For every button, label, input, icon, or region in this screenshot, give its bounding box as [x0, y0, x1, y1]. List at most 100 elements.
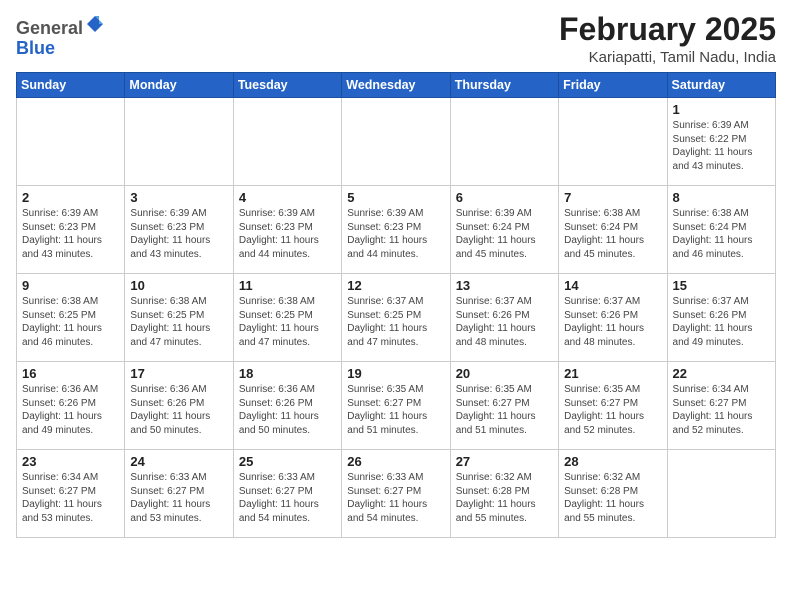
day-number: 12 — [347, 278, 444, 293]
calendar-cell: 5Sunrise: 6:39 AM Sunset: 6:23 PM Daylig… — [342, 186, 450, 274]
day-number: 28 — [564, 454, 661, 469]
week-row-0: 1 Sunrise: 6:39 AM Sunset: 6:22 PM Daylig… — [17, 98, 776, 186]
day-info: Sunrise: 6:37 AM Sunset: 6:26 PM Dayligh… — [456, 295, 553, 349]
calendar-cell: 16 Sunrise: 6:36 AM Sunset: 6:26 PM Dayli… — [17, 362, 125, 450]
calendar-cell: 7 Sunrise: 6:38 AM Sunset: 6:24 PM Daylig… — [559, 186, 667, 274]
calendar-cell: 20 Sunrise: 6:35 AM Sunset: 6:27 PM Dayli… — [450, 362, 558, 450]
day-info: Sunrise: 6:33 AM Sunset: 6:27 PM Dayligh… — [239, 471, 336, 525]
day-number: 25 — [239, 454, 336, 469]
week-row-1: 2 Sunrise: 6:39 AM Sunset: 6:23 PM Daylig… — [17, 186, 776, 274]
day-info: Sunrise: 6:37 AM Sunset: 6:26 PM Dayligh… — [673, 295, 770, 349]
day-info: Sunrise: 6:33 AM Sunset: 6:27 PM Dayligh… — [130, 471, 227, 525]
day-info: Sunrise: 6:38 AM Sunset: 6:24 PM Dayligh… — [564, 207, 661, 261]
day-info: Sunrise: 6:39 AM Sunset: 6:24 PM Dayligh… — [456, 207, 553, 261]
calendar-cell: 3Sunrise: 6:39 AM Sunset: 6:23 PM Daylig… — [125, 186, 233, 274]
day-header-wednesday: Wednesday — [342, 73, 450, 98]
day-info: Sunrise: 6:39 AM Sunset: 6:22 PM Dayligh… — [673, 119, 770, 173]
calendar-cell: 1 Sunrise: 6:39 AM Sunset: 6:22 PM Daylig… — [667, 98, 775, 186]
day-number: 3 — [130, 190, 227, 205]
day-info: Sunrise: 6:38 AM Sunset: 6:25 PM Dayligh… — [22, 295, 119, 349]
day-number: 1 — [673, 102, 770, 117]
day-number: 17 — [130, 366, 227, 381]
header: General Blue February 2025 Kariapatti, T… — [16, 12, 776, 66]
calendar-cell: 22 Sunrise: 6:34 AM Sunset: 6:27 PM Dayli… — [667, 362, 775, 450]
day-info: Sunrise: 6:32 AM Sunset: 6:28 PM Dayligh… — [456, 471, 553, 525]
calendar-cell — [559, 98, 667, 186]
day-number: 27 — [456, 454, 553, 469]
day-number: 20 — [456, 366, 553, 381]
title-area: February 2025 Kariapatti, Tamil Nadu, In… — [559, 12, 776, 66]
day-info: Sunrise: 6:35 AM Sunset: 6:27 PM Dayligh… — [564, 383, 661, 437]
logo-text: General — [16, 16, 105, 39]
day-header-sunday: Sunday — [17, 73, 125, 98]
calendar-cell — [17, 98, 125, 186]
logo-icon — [85, 14, 105, 34]
day-info: Sunrise: 6:34 AM Sunset: 6:27 PM Dayligh… — [22, 471, 119, 525]
day-info: Sunrise: 6:32 AM Sunset: 6:28 PM Dayligh… — [564, 471, 661, 525]
month-title: February 2025 — [559, 12, 776, 47]
day-header-saturday: Saturday — [667, 73, 775, 98]
calendar-cell: 26 Sunrise: 6:33 AM Sunset: 6:27 PM Dayli… — [342, 450, 450, 538]
day-info: Sunrise: 6:38 AM Sunset: 6:25 PM Dayligh… — [239, 295, 336, 349]
day-number: 14 — [564, 278, 661, 293]
day-info: Sunrise: 6:36 AM Sunset: 6:26 PM Dayligh… — [239, 383, 336, 437]
calendar-cell: 24 Sunrise: 6:33 AM Sunset: 6:27 PM Dayli… — [125, 450, 233, 538]
calendar-cell: 25 Sunrise: 6:33 AM Sunset: 6:27 PM Dayli… — [233, 450, 341, 538]
calendar-cell: 2 Sunrise: 6:39 AM Sunset: 6:23 PM Daylig… — [17, 186, 125, 274]
calendar-cell: 8 Sunrise: 6:38 AM Sunset: 6:24 PM Daylig… — [667, 186, 775, 274]
calendar-cell — [450, 98, 558, 186]
day-number: 8 — [673, 190, 770, 205]
day-info: Sunrise: 6:39 AM Sunset: 6:23 PM Dayligh… — [239, 207, 336, 261]
day-info: Sunrise: 6:37 AM Sunset: 6:26 PM Dayligh… — [564, 295, 661, 349]
header-row: SundayMondayTuesdayWednesdayThursdayFrid… — [17, 73, 776, 98]
calendar-cell — [233, 98, 341, 186]
day-info: Sunrise: 6:38 AM Sunset: 6:24 PM Dayligh… — [673, 207, 770, 261]
logo-area: General Blue — [16, 12, 105, 59]
day-number: 15 — [673, 278, 770, 293]
day-number: 13 — [456, 278, 553, 293]
day-number: 18 — [239, 366, 336, 381]
calendar-cell: 11 Sunrise: 6:38 AM Sunset: 6:25 PM Dayli… — [233, 274, 341, 362]
day-info: Sunrise: 6:36 AM Sunset: 6:26 PM Dayligh… — [22, 383, 119, 437]
day-info: Sunrise: 6:34 AM Sunset: 6:27 PM Dayligh… — [673, 383, 770, 437]
day-number: 11 — [239, 278, 336, 293]
day-header-thursday: Thursday — [450, 73, 558, 98]
day-number: 22 — [673, 366, 770, 381]
day-number: 10 — [130, 278, 227, 293]
calendar-cell: 12 Sunrise: 6:37 AM Sunset: 6:25 PM Dayli… — [342, 274, 450, 362]
day-number: 23 — [22, 454, 119, 469]
day-number: 19 — [347, 366, 444, 381]
calendar-table: SundayMondayTuesdayWednesdayThursdayFrid… — [16, 72, 776, 538]
day-number: 21 — [564, 366, 661, 381]
day-number: 16 — [22, 366, 119, 381]
calendar-cell: 9 Sunrise: 6:38 AM Sunset: 6:25 PM Daylig… — [17, 274, 125, 362]
day-info: Sunrise: 6:39 AM Sunset: 6:23 PM Dayligh… — [22, 207, 119, 261]
calendar-cell — [667, 450, 775, 538]
day-number: 26 — [347, 454, 444, 469]
day-info: Sunrise: 6:35 AM Sunset: 6:27 PM Dayligh… — [456, 383, 553, 437]
calendar-cell: 14 Sunrise: 6:37 AM Sunset: 6:26 PM Dayli… — [559, 274, 667, 362]
calendar-cell: 10 Sunrise: 6:38 AM Sunset: 6:25 PM Dayli… — [125, 274, 233, 362]
day-number: 7 — [564, 190, 661, 205]
day-header-tuesday: Tuesday — [233, 73, 341, 98]
location-title: Kariapatti, Tamil Nadu, India — [559, 49, 776, 66]
logo-blue-text: Blue — [16, 39, 105, 59]
calendar-cell: 28 Sunrise: 6:32 AM Sunset: 6:28 PM Dayli… — [559, 450, 667, 538]
day-number: 9 — [22, 278, 119, 293]
calendar-cell: 17Sunrise: 6:36 AM Sunset: 6:26 PM Dayli… — [125, 362, 233, 450]
day-number: 6 — [456, 190, 553, 205]
day-number: 5 — [347, 190, 444, 205]
week-row-4: 23 Sunrise: 6:34 AM Sunset: 6:27 PM Dayli… — [17, 450, 776, 538]
calendar-cell: 23 Sunrise: 6:34 AM Sunset: 6:27 PM Dayli… — [17, 450, 125, 538]
day-info: Sunrise: 6:37 AM Sunset: 6:25 PM Dayligh… — [347, 295, 444, 349]
week-row-2: 9 Sunrise: 6:38 AM Sunset: 6:25 PM Daylig… — [17, 274, 776, 362]
calendar-cell: 6 Sunrise: 6:39 AM Sunset: 6:24 PM Daylig… — [450, 186, 558, 274]
day-info: Sunrise: 6:33 AM Sunset: 6:27 PM Dayligh… — [347, 471, 444, 525]
page: General Blue February 2025 Kariapatti, T… — [0, 0, 792, 612]
day-info: Sunrise: 6:35 AM Sunset: 6:27 PM Dayligh… — [347, 383, 444, 437]
day-info: Sunrise: 6:38 AM Sunset: 6:25 PM Dayligh… — [130, 295, 227, 349]
calendar-cell: 21 Sunrise: 6:35 AM Sunset: 6:27 PM Dayli… — [559, 362, 667, 450]
day-number: 2 — [22, 190, 119, 205]
day-number: 24 — [130, 454, 227, 469]
calendar-cell — [125, 98, 233, 186]
